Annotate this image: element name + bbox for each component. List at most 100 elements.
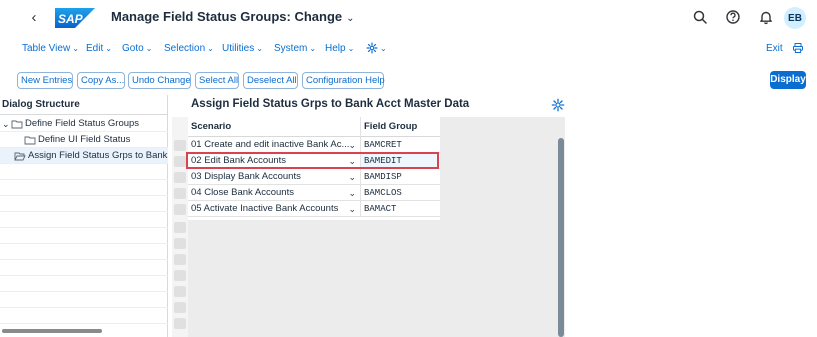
menu-edit[interactable]: Edit ⌄	[86, 43, 112, 54]
table-row: 04 Close Bank Accounts ⌄ BAMCLOS	[188, 185, 440, 201]
scenario-value: 05 Activate Inactive Bank Accounts	[191, 203, 339, 214]
exit-label: Exit	[766, 43, 783, 54]
chevron-down-icon: ⌄	[348, 204, 356, 214]
tree-row: Define UI Field Status	[0, 132, 168, 148]
row-selector[interactable]	[174, 238, 186, 249]
tree-row: ⌄ Define Field Status Groups	[0, 116, 168, 132]
field-group-input[interactable]: BAMEDIT	[360, 153, 440, 169]
gear-icon	[366, 42, 378, 54]
menu-bar: Table View ⌄ Edit ⌄ Goto ⌄ Selection ⌄ Utili…	[0, 40, 817, 60]
table-row: 05 Activate Inactive Bank Accounts ⌄ BAMA…	[188, 201, 440, 217]
scenario-dropdown[interactable]: 03 Display Bank Accounts ⌄	[188, 169, 360, 185]
menu-label: Edit	[86, 43, 104, 54]
chevron-down-icon: ⌄	[348, 156, 356, 166]
avatar[interactable]: EB	[784, 7, 806, 29]
app-title: Manage Field Status Groups: Change	[111, 9, 343, 24]
menu-settings[interactable]: ⌄	[366, 42, 387, 54]
deselect-all-button[interactable]: Deselect All	[243, 72, 298, 89]
scenario-dropdown[interactable]: 01 Create and edit inactive Bank Ac... ⌄	[188, 137, 360, 153]
scenario-value: 03 Display Bank Accounts	[191, 171, 301, 182]
tree-row-empty	[0, 180, 168, 196]
tree-row-empty	[0, 196, 168, 212]
chevron-down-icon: ⌄	[380, 43, 387, 53]
row-selector[interactable]	[174, 188, 186, 199]
undo-change-button[interactable]: Undo Change	[128, 72, 191, 89]
scenario-value: 01 Create and edit inactive Bank Ac...	[191, 139, 350, 150]
help-icon[interactable]	[725, 9, 741, 25]
row-selector[interactable]	[174, 270, 186, 281]
menu-system[interactable]: System ⌄	[274, 43, 316, 54]
menu-utilities[interactable]: Utilities ⌄	[222, 43, 263, 54]
row-selector[interactable]	[174, 254, 186, 265]
scenario-value: 02 Edit Bank Accounts	[191, 155, 287, 166]
field-group-input[interactable]: BAMACT	[360, 201, 440, 217]
new-entries-button[interactable]: New Entries	[17, 72, 73, 89]
tree-item-define-ui-field-status[interactable]: Define UI Field Status	[24, 132, 131, 147]
menu-label: Table View	[22, 43, 71, 54]
configuration-help-button[interactable]: Configuration Help	[302, 72, 385, 89]
tree-row-empty	[0, 292, 168, 308]
tree-row-empty	[0, 308, 168, 324]
sap-logo: SAP	[55, 8, 95, 28]
row-selector[interactable]	[174, 302, 186, 313]
chevron-down-icon: ⌄	[348, 172, 356, 182]
tree-row-empty	[0, 276, 168, 292]
print-icon[interactable]	[792, 42, 804, 54]
row-selector[interactable]	[174, 286, 186, 297]
menu-table-view[interactable]: Table View ⌄	[22, 43, 79, 54]
tree-item-label: Assign Field Status Grps to Bank Ac	[28, 150, 168, 161]
tree-row-empty	[0, 212, 168, 228]
menu-label: Goto	[122, 43, 144, 54]
exit-link[interactable]: Exit	[766, 43, 783, 54]
shell-header: ‹ SAP Manage Field Status Groups: Change…	[0, 0, 817, 35]
column-header-scenario[interactable]: Scenario	[188, 117, 360, 137]
grid-empty-area	[440, 117, 565, 337]
vertical-scrollbar[interactable]	[558, 138, 564, 337]
tree-item-define-field-status-groups[interactable]: ⌄ Define Field Status Groups	[2, 116, 140, 131]
row-selector[interactable]	[174, 318, 186, 329]
scenario-dropdown[interactable]: 05 Activate Inactive Bank Accounts ⌄	[188, 201, 360, 217]
menu-goto[interactable]: Goto ⌄	[122, 43, 152, 54]
row-selector[interactable]	[174, 204, 186, 215]
tree-item-label: Define Field Status Groups	[25, 118, 140, 129]
scenario-dropdown[interactable]: 04 Close Bank Accounts ⌄	[188, 185, 360, 201]
back-icon[interactable]: ‹	[26, 9, 42, 26]
row-selector[interactable]	[174, 140, 186, 151]
search-icon[interactable]	[692, 9, 708, 25]
chevron-down-icon: ⌄	[105, 44, 112, 53]
menu-help[interactable]: Help ⌄	[325, 43, 354, 54]
scenario-dropdown[interactable]: 02 Edit Bank Accounts ⌄	[188, 153, 360, 169]
chevron-down-icon: ⌄	[348, 140, 356, 150]
folder-icon	[11, 120, 23, 129]
tree-item-assign-field-status-grps[interactable]: Assign Field Status Grps to Bank Ac	[14, 148, 168, 163]
menu-selection[interactable]: Selection ⌄	[164, 43, 214, 54]
select-all-button[interactable]: Select All	[195, 72, 239, 89]
bell-icon[interactable]	[758, 9, 774, 25]
field-group-input[interactable]: BAMCRET	[360, 137, 440, 153]
table-empty-rows	[188, 220, 440, 337]
field-group-input[interactable]: BAMDISP	[360, 169, 440, 185]
horizontal-scrollbar[interactable]	[2, 329, 102, 333]
tree-expanded-icon[interactable]: ⌄	[2, 116, 11, 131]
tree-item-label: Define UI Field Status	[38, 134, 131, 145]
row-selector[interactable]	[174, 172, 186, 183]
chevron-down-icon: ⌄	[256, 44, 263, 53]
row-selector[interactable]	[174, 222, 186, 233]
tree-row-empty	[0, 260, 168, 276]
chevron-down-icon: ⌄	[72, 44, 79, 53]
menu-label: System	[274, 43, 308, 54]
tree-row-empty	[0, 164, 168, 180]
menu-label: Selection	[164, 43, 206, 54]
display-button[interactable]: Display	[770, 71, 806, 89]
copy-as-button[interactable]: Copy As...	[77, 72, 125, 89]
row-selector[interactable]	[174, 156, 186, 167]
column-header-field-group[interactable]: Field Group	[360, 117, 440, 137]
chevron-down-icon: ⌄	[309, 44, 317, 53]
tree-row: Assign Field Status Grps to Bank Ac	[0, 148, 168, 164]
app-title-menu[interactable]: Manage Field Status Groups: Change ⌄	[111, 9, 355, 24]
field-group-input[interactable]: BAMCLOS	[360, 185, 440, 201]
dialog-structure-heading: Dialog Structure	[0, 95, 168, 115]
table-settings-icon[interactable]	[551, 98, 565, 112]
folder-icon	[24, 136, 36, 145]
chevron-down-icon: ⌄	[347, 44, 355, 53]
